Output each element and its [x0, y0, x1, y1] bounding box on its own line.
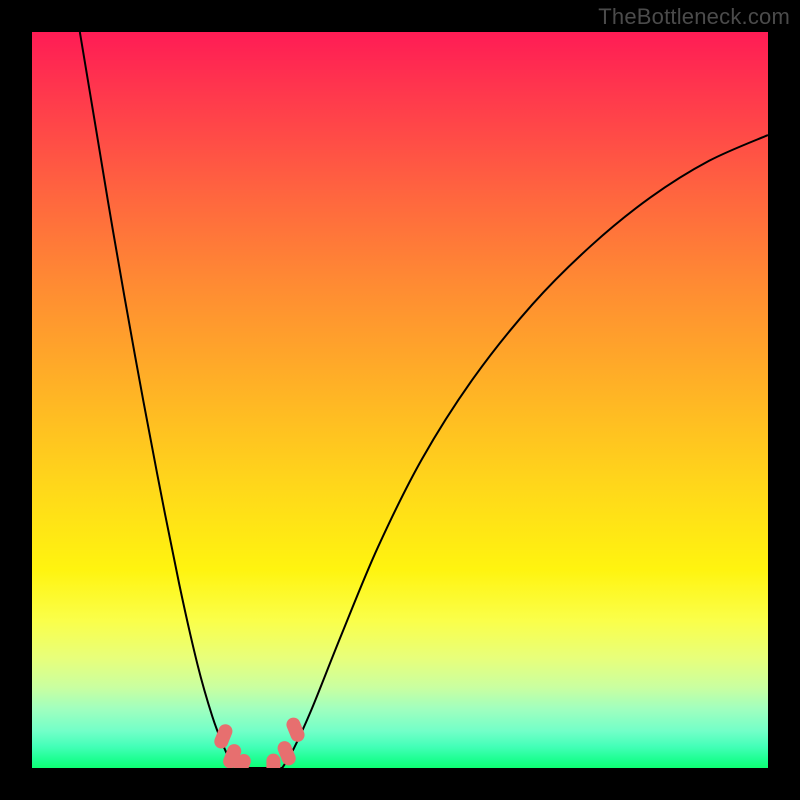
- curve-path: [80, 32, 768, 768]
- curve-marker: [266, 754, 280, 768]
- bottleneck-curve: [32, 32, 768, 768]
- chart-frame: TheBottleneck.com: [0, 0, 800, 800]
- watermark-text: TheBottleneck.com: [598, 4, 790, 30]
- plot-area: [32, 32, 768, 768]
